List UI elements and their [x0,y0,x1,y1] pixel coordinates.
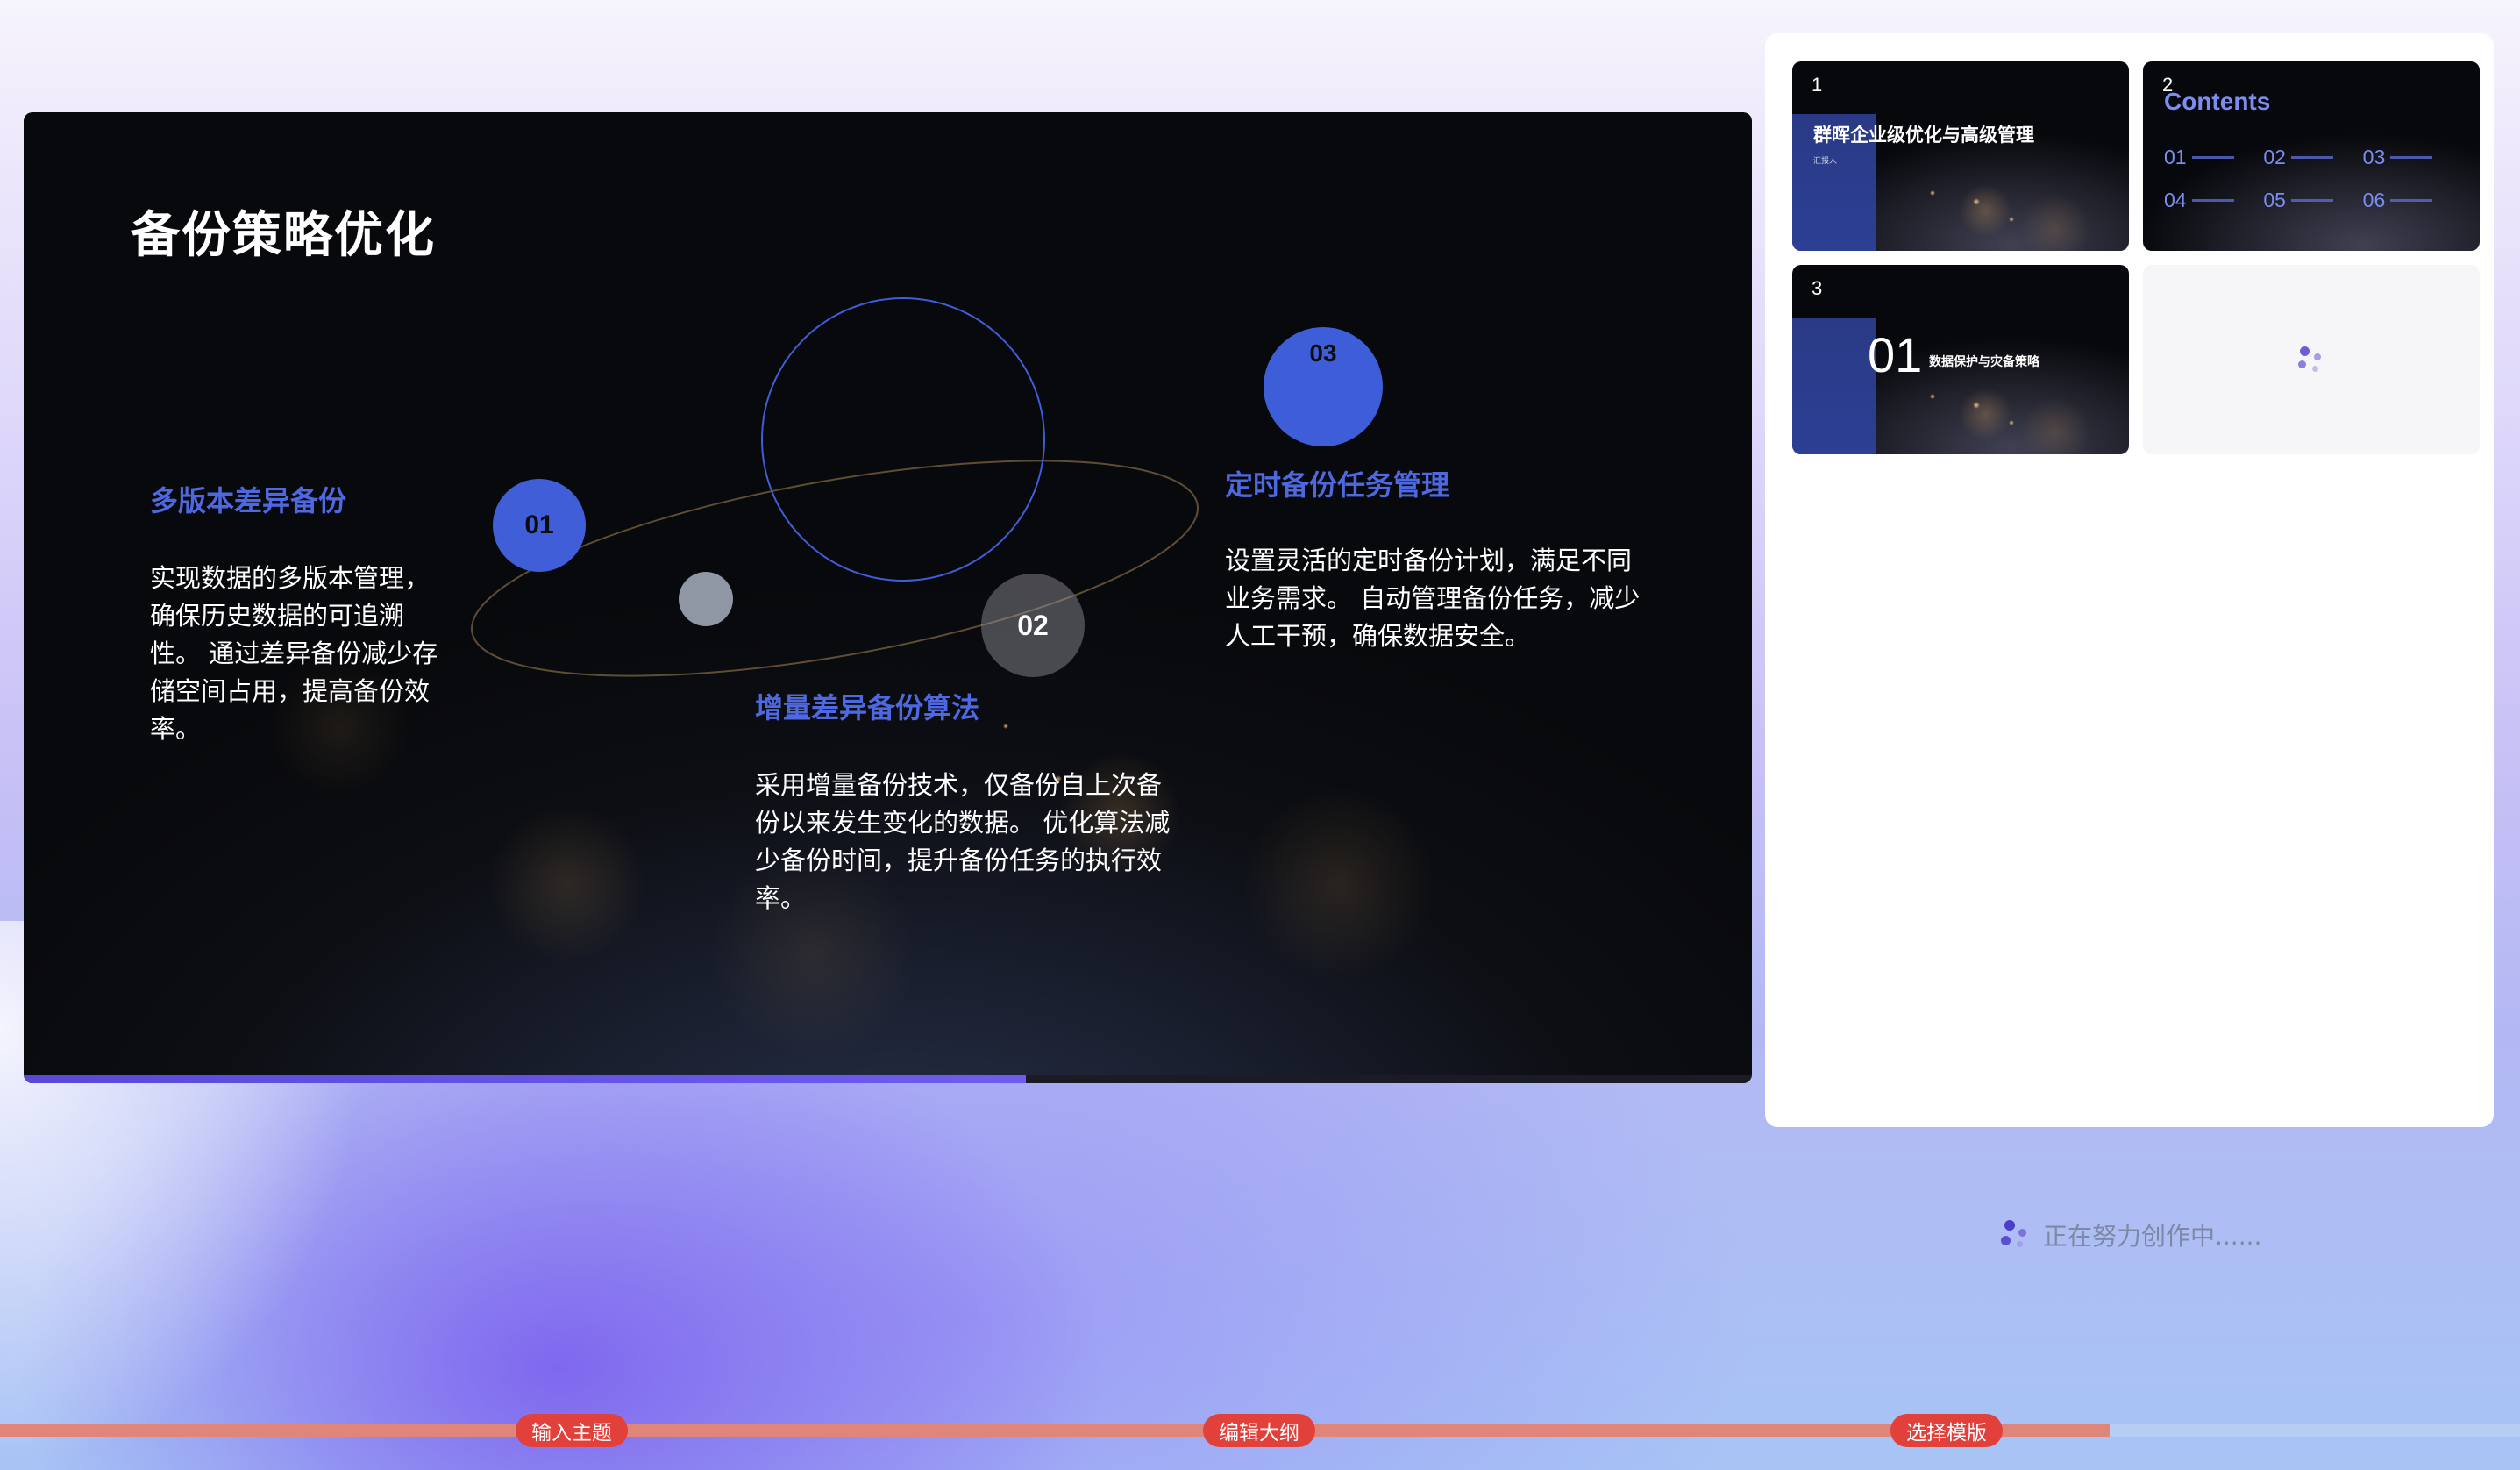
contents-item: 05 [2263,189,2362,212]
thumbnail-panel: 1 群晖企业级优化与高级管理 汇报人 2 Contents 01 02 03 0… [1765,33,2494,1127]
slide-progress-fill [24,1075,1027,1083]
loading-spinner-icon [2296,345,2326,375]
thumbnail-section-number: 01 [1868,327,1923,382]
step-input-topic[interactable]: 输入主题 [516,1414,628,1447]
feature-badge-03: 03 [1264,327,1383,446]
thumbnail-subtitle: 汇报人 [1813,157,1838,166]
thumbnail-title: 群晖企业级优化与高级管理 [1813,125,2034,146]
feature-title-03: 定时备份任务管理 [1225,468,1450,502]
feature-desc-02: 采用增量备份技术，仅备份自上次备 份以来发生变化的数据。 优化算法减 少备份时间… [755,770,1171,913]
contents-item: 03 [2363,146,2462,169]
contents-item: 06 [2363,189,2462,212]
thumbnail-slide-3[interactable]: 3 01 数据保护与灾备策略 [1792,265,2129,454]
feature-title-02: 增量差异备份算法 [755,691,980,724]
feature-badge-01: 01 [493,479,586,572]
status-text: 正在努力创作中...... [2043,1222,2262,1251]
step-edit-outline[interactable]: 编辑大纲 [1203,1414,1315,1447]
thumbnail-section-title: 数据保护与灾备策略 [1929,355,2039,369]
thumbnail-number: 1 [1812,74,1823,96]
slide-progress-bar [24,1075,1752,1083]
step-select-template[interactable]: 选择模版 [1890,1414,2003,1447]
thumbnail-slide-2[interactable]: 2 Contents 01 02 03 04 05 06 [2143,61,2480,251]
thumbnail-accent-bar [1792,318,1876,454]
thumbnail-loading [2143,265,2480,454]
contents-item: 04 [2164,189,2263,212]
slide-title: 备份策略优化 [131,207,436,264]
loading-spinner-icon [2001,1220,2031,1250]
step-progress-fill [0,1424,2110,1437]
thumbnail-slide-1[interactable]: 1 群晖企业级优化与高级管理 汇报人 [1792,61,2129,251]
contents-grid: 01 02 03 04 05 06 [2164,146,2462,212]
feature-badge-02: 02 [981,574,1085,677]
thumbnail-number: 3 [1812,277,1823,299]
feature-title-01: 多版本差异备份 [150,484,347,517]
slide-preview: 备份策略优化 01 02 03 多版本差异备份 实现数据的多版本管理， 确保历史… [24,112,1752,1083]
contents-item: 02 [2263,146,2362,169]
feature-desc-01: 实现数据的多版本管理， 确保历史数据的可追溯 性。 通过差异备份减少存 储空间占… [150,563,438,744]
generation-status: 正在努力创作中...... [2001,1217,2261,1252]
contents-item: 01 [2164,146,2263,169]
orbit-dot [679,572,733,626]
thumbnail-title: Contents [2164,88,2271,115]
feature-desc-03: 设置灵活的定时备份计划，满足不同 业务需求。 自动管理备份任务，减少 人工干预，… [1225,546,1641,651]
